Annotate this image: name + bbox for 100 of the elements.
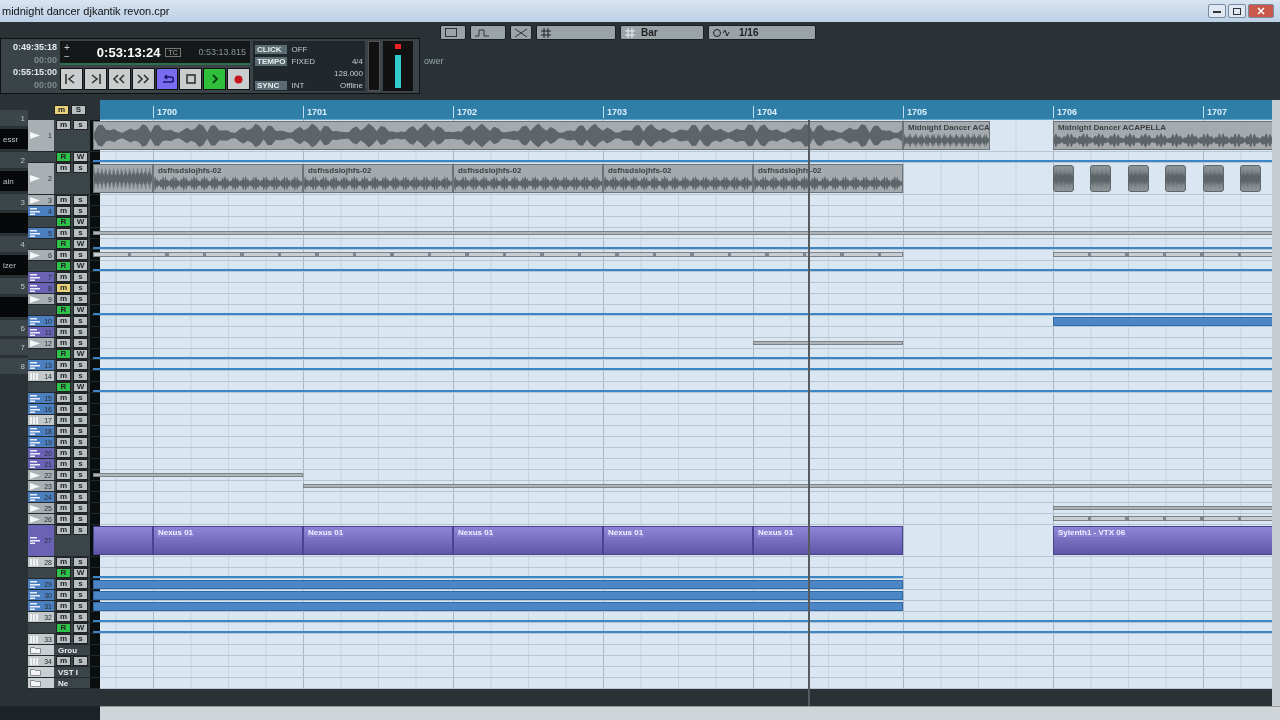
audio-event[interactable] [1128,165,1149,192]
transport-button[interactable] [131,68,155,90]
mute-button[interactable]: m [56,163,71,173]
audio-event[interactable]: dsfhsdslojhfs-02 [452,164,603,193]
insert-slot[interactable]: 6 [0,320,28,336]
solo-button[interactable]: s [73,579,88,589]
solo-button[interactable]: s [73,612,88,622]
solo-button[interactable]: s [73,195,88,205]
mute-button[interactable]: m [56,316,71,326]
mute-button[interactable]: m [56,415,71,425]
transport-button[interactable] [107,68,131,90]
mute-button[interactable]: m [56,590,71,600]
color-button[interactable] [440,25,466,40]
global-solo-button[interactable]: S [71,105,86,115]
mute-button[interactable]: m [56,601,71,611]
event-part[interactable] [1053,252,1272,257]
solo-button[interactable]: s [73,492,88,502]
solo-button[interactable]: s [73,448,88,458]
solo-button[interactable]: s [73,459,88,469]
transport-button[interactable] [179,68,203,90]
mute-button[interactable]: m [56,360,71,370]
mute-button[interactable]: m [56,228,71,238]
midi-part[interactable] [1053,317,1272,326]
write-automation-button[interactable]: W [73,217,88,227]
grid-type-dropdown[interactable]: Bar [620,25,704,40]
mute-button[interactable]: m [56,250,71,260]
solo-button[interactable]: s [73,206,88,216]
snap-mode-button[interactable] [536,25,616,40]
mute-button[interactable]: m [56,612,71,622]
audio-event[interactable] [1203,165,1224,192]
write-automation-button[interactable]: W [73,305,88,315]
write-automation-button[interactable]: W [73,568,88,578]
solo-button[interactable]: s [73,120,88,130]
solo-button[interactable]: s [73,415,88,425]
solo-button[interactable]: s [73,294,88,304]
solo-button[interactable]: s [73,557,88,567]
audio-event[interactable]: dsfhsdslojhfs-02 [302,164,453,193]
maximize-button[interactable] [1228,4,1246,18]
event-part[interactable] [92,473,303,477]
solo-button[interactable]: s [73,283,88,293]
mute-button[interactable]: m [56,503,71,513]
read-automation-button[interactable]: R [56,261,71,271]
read-automation-button[interactable]: R [56,239,71,249]
solo-button[interactable]: s [73,163,88,173]
mute-button[interactable]: m [56,579,71,589]
nudge-plus[interactable]: + [64,43,70,52]
solo-button[interactable]: s [73,393,88,403]
mute-button[interactable]: m [56,120,71,130]
audio-event[interactable]: Midnight Dancer ACAPELLA [1053,121,1272,150]
insert-slot[interactable]: 5 [0,278,28,294]
solo-button[interactable]: s [73,481,88,491]
track-header[interactable]: Grou [28,645,100,656]
mute-button[interactable]: m [56,492,71,502]
automation-lane-header[interactable]: R W [28,217,100,228]
audio-event[interactable] [1165,165,1187,192]
minimize-button[interactable] [1208,4,1226,18]
solo-button[interactable]: s [73,371,88,381]
bar-ruler[interactable]: 1700 1701 1702 1703 1704 1705 1706 1707 [100,100,1272,120]
event-part[interactable] [1053,506,1272,510]
vertical-scrollbar[interactable] [1272,100,1280,706]
audio-event[interactable] [1240,165,1262,192]
insert-slot[interactable]: 1 [0,110,28,126]
close-button[interactable] [1248,4,1274,18]
solo-button[interactable]: s [73,470,88,480]
mute-button[interactable]: m [56,294,71,304]
track-header[interactable]: VST I [28,667,100,678]
solo-button[interactable]: s [73,514,88,524]
write-automation-button[interactable]: W [73,261,88,271]
audio-event[interactable]: dsfhsdslojhfs-02 [152,164,303,193]
audio-event[interactable]: Midnight Dancer ACA [902,121,990,150]
plugin-slot[interactable]: izer [0,255,28,275]
write-automation-button[interactable]: W [73,623,88,633]
solo-button[interactable]: s [73,360,88,370]
auto-scroll-button[interactable] [470,25,506,40]
event-part[interactable] [1053,516,1272,521]
click-label[interactable]: CLICK [255,44,288,54]
mute-button[interactable]: m [56,634,71,644]
mute-button[interactable]: m [56,404,71,414]
mute-button[interactable]: m [56,393,71,403]
mute-button[interactable]: m [56,195,71,205]
event-part[interactable] [752,341,903,345]
read-automation-button[interactable]: R [56,152,71,162]
read-automation-button[interactable]: R [56,217,71,227]
mute-button[interactable]: m [56,470,71,480]
read-automation-button[interactable]: R [56,305,71,315]
plugin-slot[interactable]: ain [0,171,28,191]
transport-button[interactable] [203,68,227,90]
solo-button[interactable]: s [73,437,88,447]
mute-button[interactable]: m [56,448,71,458]
transport-button[interactable] [227,68,250,90]
sync-label[interactable]: SYNC [255,80,288,90]
nudge-minus[interactable]: − [64,52,70,61]
solo-button[interactable]: s [73,316,88,326]
solo-button[interactable]: s [73,404,88,414]
horizontal-scrollbar[interactable] [100,706,1280,720]
mute-button[interactable]: m [56,525,71,535]
insert-slot[interactable]: 2 [0,152,28,168]
quantize-dropdown[interactable]: 1/16 [708,25,816,40]
snap-button[interactable] [510,25,532,40]
insert-slot[interactable]: 4 [0,236,28,252]
